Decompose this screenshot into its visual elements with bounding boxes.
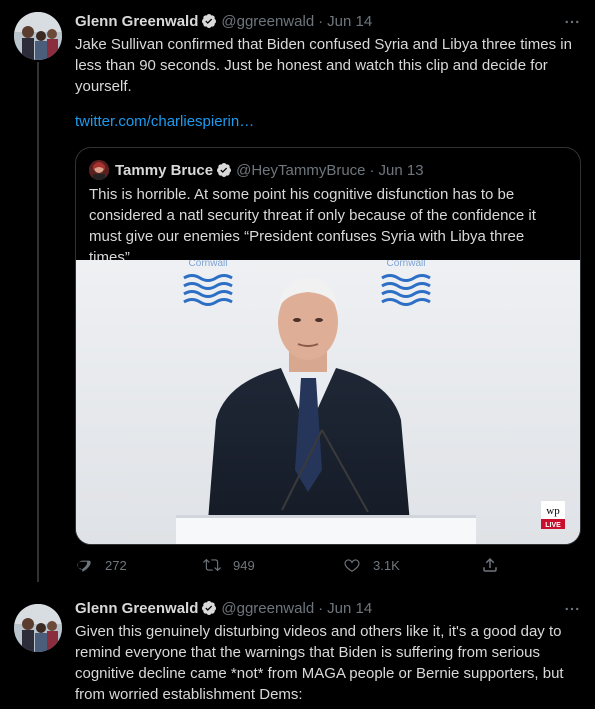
thread-connector-line [37,62,39,582]
live-badge-label: LIVE [545,522,561,529]
retweet-count: 949 [233,557,255,573]
verified-badge-icon [202,601,217,615]
more-options-icon[interactable] [563,600,581,618]
reply-count: 272 [105,557,127,573]
separator-dot: · [318,599,324,617]
quoted-author-name: Tammy Bruce [115,161,214,179]
tweet-date[interactable]: Jun 14 [327,600,372,617]
reply-button[interactable]: 272 [75,556,127,574]
podium [176,515,476,544]
watermark-text: wp [546,505,560,517]
share-icon [483,557,497,572]
tweet[interactable]: Glenn Greenwald @ggreenwald · Jun 14 Jak… [0,0,595,592]
author-name[interactable]: Glenn Greenwald [75,13,198,30]
more-options-icon[interactable] [563,13,581,31]
like-count: 3.1K [373,557,400,573]
quoted-tweet[interactable]: Tammy Bruce @HeyTammyBruce · Jun 13 This… [75,147,581,545]
author-name[interactable]: Glenn Greenwald [75,600,198,617]
tweet-link[interactable]: twitter.com/charliespierin… [75,113,581,130]
author-handle[interactable]: @ggreenwald [221,13,314,30]
quoted-author-handle: @HeyTammyBruce [236,161,366,179]
video-player[interactable]: Cornwall Cornwall wp LIVE [76,260,580,544]
quoted-tweet-date: Jun 13 [378,161,424,179]
banner-text-right: Cornwall [387,260,426,269]
tweet-text: Given this genuinely disturbing videos a… [75,623,564,703]
author-handle[interactable]: @ggreenwald [221,600,314,617]
verified-badge-icon [217,163,232,177]
reply-icon [77,560,91,572]
share-button[interactable] [481,556,511,574]
separator-dot: · [318,12,324,30]
tweet-text: Jake Sullivan confirmed that Biden confu… [75,36,572,95]
separator-dot: · [369,161,375,179]
quoted-avatar [89,160,109,180]
verified-badge-icon [202,14,217,28]
like-button[interactable]: 3.1K [343,556,400,574]
heart-icon [344,559,360,572]
tweet-date[interactable]: Jun 14 [327,13,372,30]
quoted-tweet-text: This is horrible. At some point his cogn… [89,186,536,266]
avatar[interactable] [14,12,62,60]
retweet-button[interactable]: 949 [203,556,255,574]
tweet[interactable]: Glenn Greenwald @ggreenwald · Jun 14 Giv… [0,592,595,709]
avatar[interactable] [14,604,62,652]
retweet-icon [203,558,221,572]
banner-text-left: Cornwall [189,260,228,269]
